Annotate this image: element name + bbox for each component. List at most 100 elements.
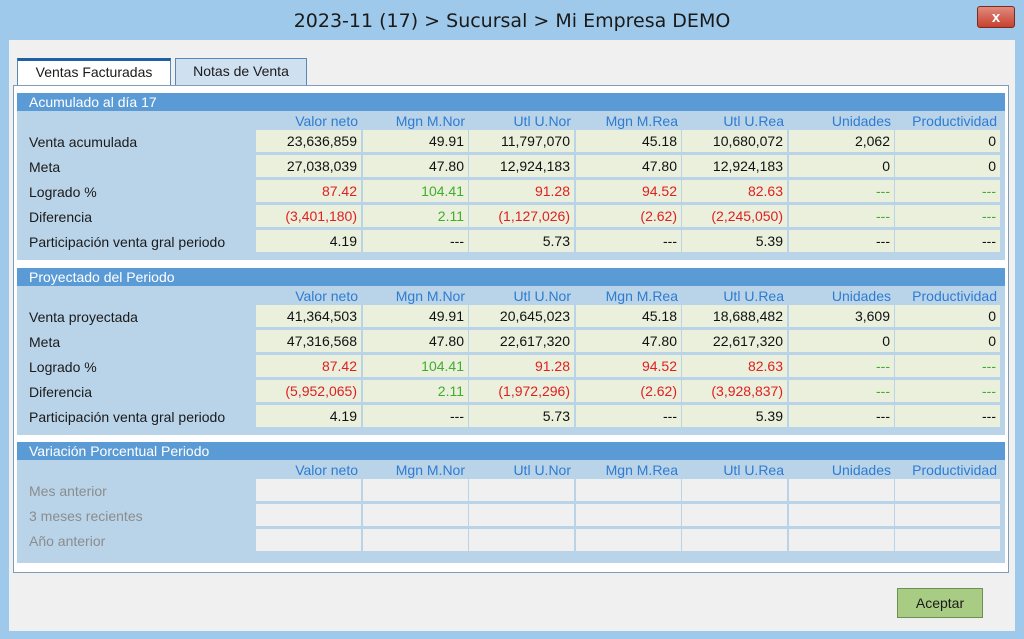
table-cell — [895, 479, 1000, 501]
table-cell: (3,928,837) — [682, 380, 787, 402]
table-row: 3 meses recientes — [17, 503, 1005, 528]
row-label: Venta acumulada — [29, 134, 138, 150]
table-cell: --- — [895, 205, 1000, 227]
table-cell: 91.28 — [469, 355, 574, 377]
column-header: Productividad — [912, 113, 997, 129]
table-row: Meta 47,316,568 47.80 22,617,320 47.80 22,617… — [17, 329, 1005, 354]
section-title: Acumulado al día 17 — [17, 93, 1005, 111]
table-cell: --- — [895, 405, 1000, 427]
table-cell — [469, 529, 574, 551]
row-label: 3 meses recientes — [29, 508, 143, 524]
table-row: Diferencia (5,952,065) 2.11 (1,972,296) (2.6… — [17, 379, 1005, 404]
table-cell: 2.11 — [363, 205, 468, 227]
column-header: Mgn M.Rea — [605, 288, 678, 304]
column-header: Unidades — [831, 462, 891, 478]
section-1: Proyectado del Periodo Valor neto Mgn M.No… — [17, 268, 1005, 435]
table-row: Año anterior — [17, 528, 1005, 553]
close-button[interactable]: x — [977, 6, 1015, 28]
table-row: Participación venta gral periodo 4.19 --- 5… — [17, 229, 1005, 254]
table-cell: 12,924,183 — [682, 155, 787, 177]
table-row: Venta proyectada 41,364,503 49.91 20,645,02… — [17, 304, 1005, 329]
accept-button[interactable]: Aceptar — [897, 588, 983, 618]
title-bar: 2023-11 (17) > Sucursal > Mi Empresa DEM… — [0, 0, 1024, 40]
column-header: Mgn M.Nor — [395, 462, 465, 478]
table-cell: --- — [895, 380, 1000, 402]
column-header: Mgn M.Nor — [395, 113, 465, 129]
column-header: Productividad — [912, 288, 997, 304]
table-cell — [363, 504, 468, 526]
table-cell — [256, 479, 361, 501]
column-header: Unidades — [831, 288, 891, 304]
column-header: Utl U.Rea — [723, 288, 784, 304]
table-row: Participación venta gral periodo 4.19 --- 5… — [17, 404, 1005, 429]
table-cell: --- — [576, 230, 681, 252]
table-cell — [682, 529, 787, 551]
table-cell — [363, 479, 468, 501]
row-label: Diferencia — [29, 384, 93, 400]
table-cell: 47.80 — [363, 155, 468, 177]
section-0: Acumulado al día 17 Valor neto Mgn M.Nor Ut… — [17, 93, 1005, 260]
dialog-client: Ventas Facturadas Notas de Venta Acumula… — [9, 40, 1015, 631]
table-cell — [256, 529, 361, 551]
table-cell: --- — [363, 405, 468, 427]
column-header: Utl U.Nor — [513, 113, 571, 129]
table-row: Venta acumulada 23,636,859 49.91 11,797,070… — [17, 129, 1005, 154]
table-cell: 22,617,320 — [469, 330, 574, 352]
table-cell — [256, 504, 361, 526]
table-cell: --- — [363, 230, 468, 252]
row-label: Mes anterior — [29, 483, 107, 499]
column-header: Mgn M.Nor — [395, 288, 465, 304]
table-cell: 47,316,568 — [256, 330, 361, 352]
column-headers: Valor neto Mgn M.Nor Utl U.Nor Mgn M.Rea Utl… — [17, 460, 1005, 478]
table-row: Diferencia (3,401,180) 2.11 (1,127,026) (2.6… — [17, 204, 1005, 229]
table-cell: --- — [789, 180, 894, 202]
table-cell — [789, 504, 894, 526]
table-cell: 49.91 — [363, 130, 468, 152]
table-cell: 5.73 — [469, 230, 574, 252]
table-cell: 87.42 — [256, 180, 361, 202]
column-header: Utl U.Rea — [723, 113, 784, 129]
table-cell: 45.18 — [576, 130, 681, 152]
column-header: Valor neto — [295, 288, 358, 304]
table-cell: 4.19 — [256, 405, 361, 427]
table-cell: 18,688,482 — [682, 305, 787, 327]
tab-ventas-facturadas[interactable]: Ventas Facturadas — [17, 58, 171, 86]
window-title: 2023-11 (17) > Sucursal > Mi Empresa DEM… — [293, 10, 731, 32]
table-cell: 4.19 — [256, 230, 361, 252]
table-cell — [789, 479, 894, 501]
column-header: Valor neto — [295, 113, 358, 129]
section-2: Variación Porcentual Periodo Valor neto Mg… — [17, 442, 1005, 563]
table-cell — [469, 479, 574, 501]
table-cell: 22,617,320 — [682, 330, 787, 352]
table-cell — [576, 529, 681, 551]
table-cell: --- — [576, 405, 681, 427]
row-label: Diferencia — [29, 209, 93, 225]
table-cell: 5.39 — [682, 230, 787, 252]
table-cell: --- — [789, 205, 894, 227]
table-cell: 94.52 — [576, 180, 681, 202]
column-header: Mgn M.Rea — [605, 462, 678, 478]
table-cell: 82.63 — [682, 180, 787, 202]
table-cell: --- — [789, 380, 894, 402]
table-cell: (1,127,026) — [469, 205, 574, 227]
row-label: Logrado % — [29, 359, 97, 375]
table-cell: (2,245,050) — [682, 205, 787, 227]
column-header: Productividad — [912, 462, 997, 478]
row-label: Participación venta gral periodo — [29, 234, 226, 250]
table-cell: --- — [789, 405, 894, 427]
table-cell — [895, 504, 1000, 526]
row-label: Año anterior — [29, 533, 106, 549]
table-cell: 0 — [895, 130, 1000, 152]
tab-notas-de-venta[interactable]: Notas de Venta — [175, 58, 307, 86]
table-cell: 41,364,503 — [256, 305, 361, 327]
column-headers: Valor neto Mgn M.Nor Utl U.Nor Mgn M.Rea Utl… — [17, 111, 1005, 129]
table-cell: 82.63 — [682, 355, 787, 377]
table-cell: 5.73 — [469, 405, 574, 427]
table-cell: 0 — [789, 155, 894, 177]
table-cell: 0 — [895, 155, 1000, 177]
table-cell — [576, 479, 681, 501]
column-header: Utl U.Nor — [513, 462, 571, 478]
table-cell: --- — [895, 180, 1000, 202]
table-cell — [469, 504, 574, 526]
table-cell: 2,062 — [789, 130, 894, 152]
